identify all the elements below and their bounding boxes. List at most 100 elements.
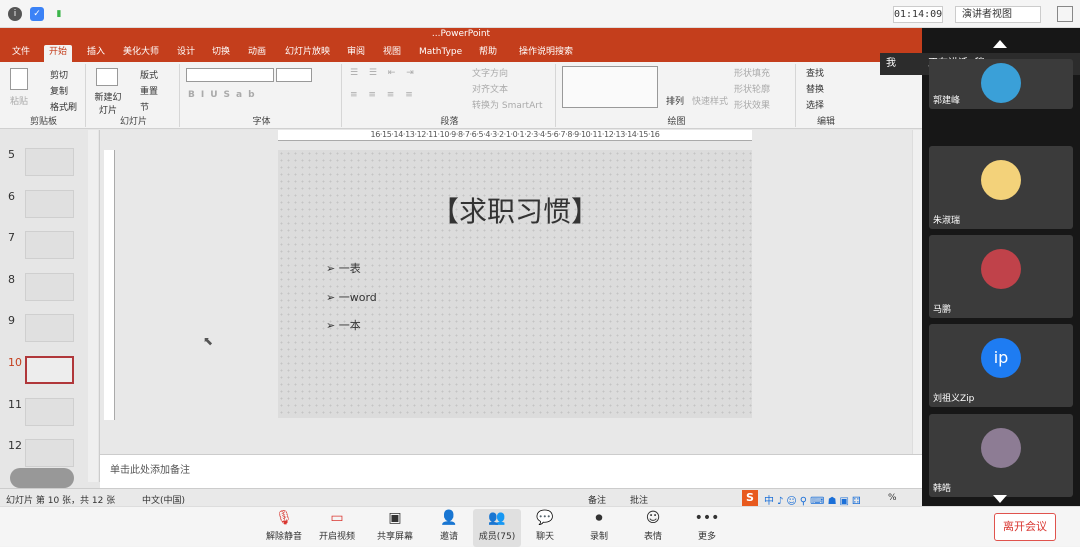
slide-thumbnail[interactable] — [25, 439, 74, 467]
new-slide-icon[interactable] — [96, 68, 118, 86]
bullet-item[interactable]: ➢ 一本 — [326, 317, 361, 333]
slide-edit-area: 16·15·14·13·12·11·10·9·8·7·6·5·4·3·2·1·0… — [100, 130, 922, 454]
emoji-button[interactable]: ☺ 表情 — [629, 509, 677, 547]
fullscreen-icon[interactable] — [1057, 6, 1073, 22]
slide-thumbnail[interactable] — [25, 148, 74, 176]
layout-button[interactable]: 版式 — [140, 68, 158, 81]
tab-review[interactable]: 审阅 — [342, 45, 370, 62]
record-button[interactable]: ⏺ 录制 — [575, 509, 623, 547]
scroll-up-icon[interactable] — [993, 40, 1007, 48]
participant-tile[interactable]: 郭建峰 — [929, 59, 1073, 109]
paste-icon[interactable] — [10, 68, 28, 90]
start-video-button[interactable]: ▭ 开启视频 — [313, 509, 361, 547]
participant-tile[interactable]: ip 刘祖义Zip — [929, 324, 1073, 407]
share-screen-button[interactable]: ▣ 共享屏幕 — [371, 509, 419, 547]
arrange-button[interactable]: 排列 — [666, 94, 684, 107]
font-size-box[interactable] — [276, 68, 312, 82]
tab-animations[interactable]: 动画 — [243, 45, 271, 62]
reset-button[interactable]: 重置 — [140, 84, 158, 97]
chat-button[interactable]: 💬 聊天 — [521, 509, 569, 547]
ime-logo-icon[interactable]: S — [742, 490, 758, 506]
presenter-view-dropdown[interactable]: 演讲者视图 — [955, 6, 1041, 23]
drawing-label: 绘图 — [667, 117, 686, 127]
slide-thumbnail[interactable] — [25, 314, 74, 342]
bullet-item[interactable]: ➢ 一表 — [326, 260, 361, 276]
group-slides: 新建幻灯片 版式 重置 节 幻灯片 — [88, 64, 180, 127]
find-button[interactable]: 查找 — [806, 66, 824, 79]
notes-pane[interactable]: 单击此处添加备注 — [100, 454, 922, 488]
ppt-title-bar: ...PowerPoint — [0, 28, 922, 42]
tell-me-search[interactable]: 操作说明搜索 — [514, 45, 578, 62]
copy-button[interactable]: 复制 — [50, 84, 68, 97]
tab-file[interactable]: 文件 — [7, 45, 35, 62]
text-direction-button[interactable]: 文字方向 — [472, 66, 508, 79]
smartart-button[interactable]: 转换为 SmartArt — [472, 98, 542, 111]
font-name-box[interactable] — [186, 68, 274, 82]
scroll-down-icon[interactable] — [993, 495, 1007, 503]
comments-toggle[interactable]: 批注 — [630, 493, 648, 506]
zoom-level[interactable]: % — [888, 493, 897, 503]
floating-toolbar[interactable] — [10, 468, 74, 488]
slide-number: 8 — [8, 273, 15, 286]
shape-outline-button[interactable]: 形状轮廓 — [734, 82, 770, 95]
group-drawing: 排列 快速样式 形状填充 形状轮廓 形状效果 绘图 — [558, 64, 796, 127]
participant-name: 马鹏 — [933, 305, 952, 315]
notes-toggle[interactable]: 备注 — [588, 493, 606, 506]
tab-beautify[interactable]: 美化大师 — [118, 45, 164, 62]
shape-fill-button[interactable]: 形状填充 — [734, 66, 770, 79]
replace-button[interactable]: 替换 — [806, 82, 824, 95]
participant-tile[interactable]: 马鹏 — [929, 235, 1073, 318]
format-painter-button[interactable]: 格式刷 — [50, 100, 77, 113]
font-label: 字体 — [252, 117, 271, 127]
ribbon: 粘贴 剪切 复制 格式刷 剪贴板 新建幻灯片 版式 重置 节 幻灯片 BIUSa… — [0, 62, 922, 129]
thumbnail-scrollbar[interactable] — [88, 130, 98, 482]
members-button[interactable]: 👥 成员(75) — [473, 509, 521, 547]
slide-thumbnail[interactable] — [25, 398, 74, 426]
section-button[interactable]: 节 — [140, 100, 149, 113]
avatar — [981, 63, 1021, 103]
edit-scrollbar[interactable] — [912, 130, 922, 454]
slide-thumbnail-current[interactable] — [25, 356, 74, 384]
participant-tile[interactable]: 朱淑瑞 — [929, 146, 1073, 229]
slide-thumbnail[interactable] — [25, 273, 74, 301]
slide-counter: 幻灯片 第 10 张，共 12 张 — [6, 496, 116, 506]
tab-transitions[interactable]: 切换 — [207, 45, 235, 62]
quick-styles-button[interactable]: 快速样式 — [692, 94, 728, 107]
align-text-button[interactable]: 对齐文本 — [472, 82, 508, 95]
share-screen-label: 共享屏幕 — [376, 532, 413, 542]
more-button[interactable]: ••• 更多 — [683, 509, 731, 547]
shapes-gallery[interactable] — [562, 66, 658, 108]
info-icon[interactable]: i — [8, 7, 22, 21]
clipboard-label: 剪贴板 — [29, 117, 57, 127]
list-icons[interactable]: ☰ ☰ ⇤ ⇥ — [350, 68, 418, 78]
tab-design[interactable]: 设计 — [172, 45, 200, 62]
slide-thumbnail[interactable] — [25, 231, 74, 259]
tab-mathtype[interactable]: MathType — [414, 45, 467, 62]
slide-title[interactable]: 【求职习惯】 — [278, 190, 752, 230]
participant-tile[interactable]: 韩皓 — [929, 414, 1073, 497]
unmute-button[interactable]: 🎙 解除静音 — [260, 509, 308, 547]
ime-toolbar-icons[interactable]: 中♪☺⚲⌨☗▣⚃ — [764, 492, 864, 506]
select-button[interactable]: 选择 — [806, 98, 824, 111]
slide-thumbnail[interactable] — [25, 190, 74, 218]
tab-insert[interactable]: 插入 — [82, 45, 110, 62]
new-slide-button[interactable]: 新建幻灯片 — [92, 90, 124, 116]
vertical-ruler — [104, 150, 115, 420]
bullet-item[interactable]: ➢ 一word — [326, 289, 377, 305]
tab-home[interactable]: 开始 — [44, 45, 73, 62]
tab-slideshow[interactable]: 幻灯片放映 — [280, 45, 335, 62]
shape-effects-button[interactable]: 形状效果 — [734, 98, 770, 111]
font-format-icons[interactable]: BIUSab — [188, 90, 261, 100]
slide-canvas[interactable]: 【求职习惯】 ➢ 一表 ➢ 一word ➢ 一本 — [278, 150, 752, 418]
invite-button[interactable]: 👤 邀请 — [425, 509, 473, 547]
tab-help[interactable]: 帮助 — [474, 45, 502, 62]
record-label: 录制 — [589, 532, 608, 542]
status-bar: 幻灯片 第 10 张，共 12 张 中文(中国) 备注 批注 % S 中♪☺⚲⌨… — [0, 488, 922, 506]
leave-meeting-button[interactable]: 离开会议 — [994, 513, 1056, 541]
align-icons[interactable]: ≡ ≡ ≡ ≡ — [350, 90, 417, 100]
slide-thumbnail-pane: 5 6 7 8 9 10 11 12 — [0, 130, 100, 488]
cut-button[interactable]: 剪切 — [50, 68, 68, 81]
shield-icon[interactable]: ✓ — [30, 7, 44, 21]
tab-view[interactable]: 视图 — [378, 45, 406, 62]
paste-button[interactable]: 粘贴 — [10, 94, 28, 107]
